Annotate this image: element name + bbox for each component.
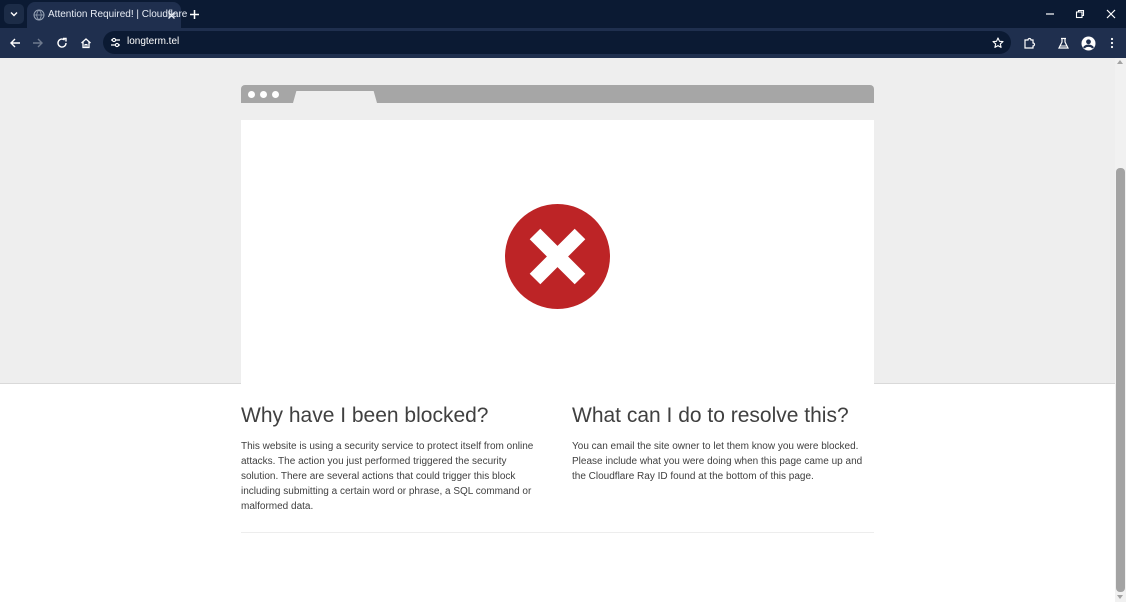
bookmark-button[interactable] — [990, 35, 1005, 50]
minimize-button[interactable] — [1040, 4, 1060, 24]
labs-button[interactable] — [1054, 34, 1072, 52]
browser-illustration-window — [241, 120, 874, 384]
puzzle-icon — [1023, 37, 1035, 49]
home-button[interactable] — [77, 34, 95, 52]
blocked-error-icon — [505, 204, 610, 309]
tab-close-button[interactable] — [164, 8, 178, 22]
tab-search-button[interactable] — [4, 4, 24, 24]
site-info-button[interactable] — [108, 35, 123, 50]
restore-button[interactable] — [1070, 4, 1090, 24]
illustration-dot — [248, 91, 255, 98]
plus-icon — [189, 9, 199, 19]
extensions-button[interactable] — [1020, 34, 1038, 52]
back-button[interactable] — [6, 34, 24, 52]
divider — [241, 532, 874, 533]
forward-button[interactable] — [29, 34, 47, 52]
page-scrollbar[interactable] — [1115, 58, 1126, 602]
star-icon — [991, 36, 1004, 48]
page-content: Why have I been blocked? This website is… — [0, 58, 1115, 602]
menu-button[interactable] — [1103, 34, 1121, 52]
flask-icon — [1057, 37, 1069, 49]
restore-icon — [1075, 9, 1085, 19]
illustration-tab — [293, 91, 377, 103]
why-blocked-heading: Why have I been blocked? — [241, 404, 489, 427]
more-vert-icon — [1110, 37, 1114, 49]
close-window-button[interactable] — [1101, 4, 1121, 24]
illustration-dot — [260, 91, 267, 98]
why-blocked-text: This website is using a security service… — [241, 441, 534, 512]
globe-icon — [33, 9, 45, 21]
url-text: longterm.tel — [127, 36, 180, 47]
close-icon — [1106, 9, 1116, 19]
chevron-down-icon — [10, 12, 18, 17]
scroll-up-icon[interactable] — [1117, 60, 1123, 64]
minimize-icon — [1046, 13, 1054, 15]
browser-illustration-bar — [241, 85, 874, 103]
profile-button[interactable] — [1079, 34, 1097, 52]
tune-icon — [111, 37, 120, 48]
reload-button[interactable] — [53, 34, 71, 52]
browser-titlebar: Attention Required! | Cloudflare — [0, 0, 1126, 28]
address-bar[interactable]: longterm.tel — [103, 31, 1011, 54]
browser-tab-active[interactable]: Attention Required! | Cloudflare — [27, 2, 187, 28]
illustration-dot — [272, 91, 279, 98]
arrow-right-icon — [33, 38, 43, 48]
resolve-heading: What can I do to resolve this? — [572, 404, 849, 427]
avatar-icon — [1081, 36, 1095, 50]
reload-icon — [57, 37, 67, 48]
close-icon — [167, 11, 175, 19]
new-tab-button[interactable] — [186, 6, 202, 22]
home-icon — [81, 38, 91, 49]
browser-toolbar: longterm.tel — [0, 28, 1126, 58]
scroll-down-icon[interactable] — [1117, 595, 1123, 599]
resolve-text: You can email the site owner to let them… — [572, 441, 863, 482]
scrollbar-thumb[interactable] — [1116, 168, 1125, 592]
arrow-left-icon — [10, 38, 20, 48]
